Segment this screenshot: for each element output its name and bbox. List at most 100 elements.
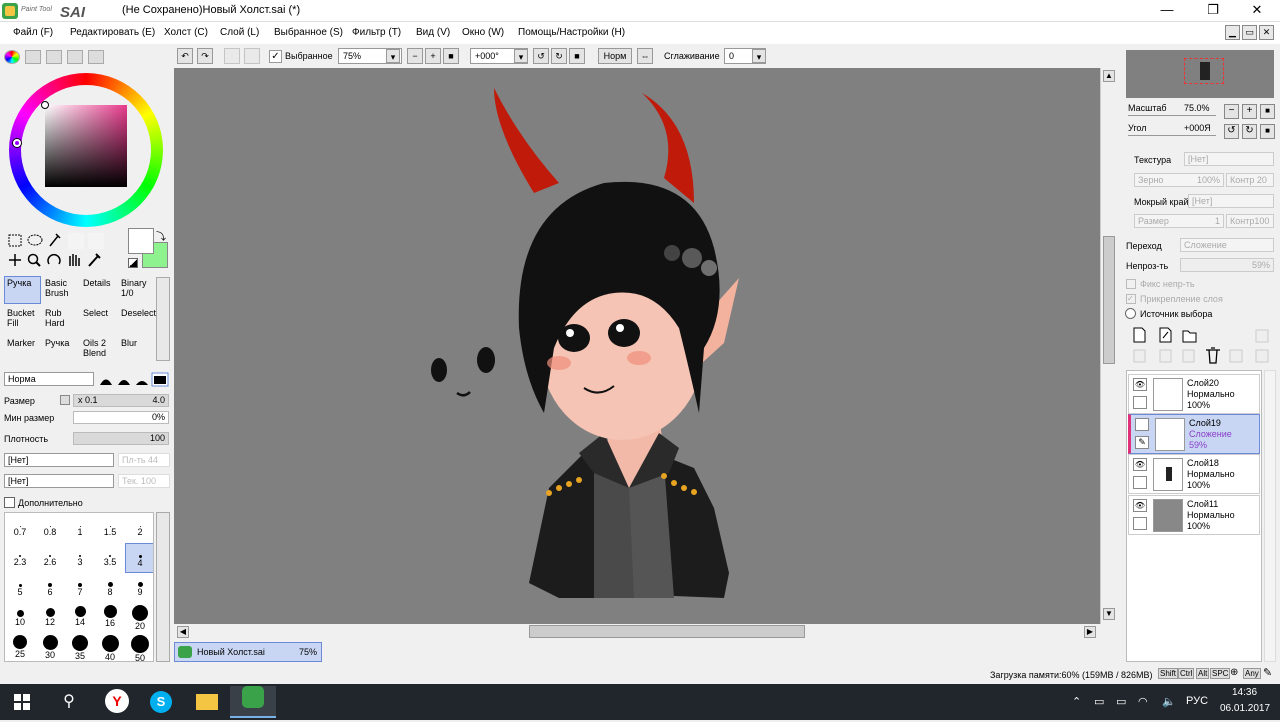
redo-icon[interactable]: ↷: [197, 48, 213, 64]
horizontal-scroll-thumb[interactable]: [529, 625, 805, 638]
tool-grid-scrollbar[interactable]: [156, 277, 170, 361]
brush-size-cell[interactable]: 5: [5, 573, 35, 603]
scroll-down-icon[interactable]: ▼: [1103, 608, 1115, 620]
nav-zoom-value[interactable]: 75.0%: [1184, 103, 1210, 113]
brush-size-cell[interactable]: 25: [5, 633, 35, 661]
texture-2-strength[interactable]: Тек. 100: [118, 474, 170, 488]
layer-lock-toggle[interactable]: [1133, 517, 1147, 530]
scroll-right-icon[interactable]: ▶: [1084, 626, 1096, 638]
nav-zoom-out-icon[interactable]: −: [1224, 104, 1239, 119]
brush-size-cell[interactable]: 0.8: [35, 513, 65, 543]
menu-view[interactable]: Вид (V): [416, 27, 450, 38]
clock-time[interactable]: 14:36: [1232, 687, 1257, 698]
new-layer-icon[interactable]: [1133, 327, 1146, 343]
brush-size-cell[interactable]: 7: [65, 573, 95, 603]
copy-layer-icon[interactable]: [1133, 349, 1146, 363]
brush-size-cell[interactable]: 12: [35, 603, 65, 633]
normal-view-button[interactable]: Норм: [598, 48, 632, 64]
paint-tool-sai-taskbar-icon[interactable]: [230, 686, 276, 718]
nav-rotate-reset-icon[interactable]: ■: [1260, 124, 1275, 139]
layer-row[interactable]: 👁 Слой20 Нормально 100%: [1128, 374, 1260, 414]
brush-size-cell[interactable]: 35: [65, 633, 95, 661]
brush-size-cell[interactable]: 3: [65, 543, 95, 573]
brush-size-cell[interactable]: 14: [65, 603, 95, 633]
clock-date[interactable]: 06.01.2017: [1220, 703, 1270, 714]
layer-lock-toggle[interactable]: [1133, 476, 1147, 489]
zoom-dropdown-icon[interactable]: ▾: [386, 49, 400, 63]
brush-size-cell[interactable]: 2: [125, 513, 153, 543]
brush-size-cell[interactable]: 0.7: [5, 513, 35, 543]
merge-visible-icon[interactable]: [1255, 349, 1269, 363]
restore-button[interactable]: ❐: [1190, 0, 1236, 22]
tool-binary[interactable]: Binary 1/0: [118, 276, 155, 304]
nav-angle-value[interactable]: +000Я: [1184, 123, 1211, 133]
layer-option-icon[interactable]: [1255, 329, 1269, 343]
layer-row[interactable]: 👁 Слой18 Нормально 100%: [1128, 454, 1260, 494]
brush-lock-icon[interactable]: ✎: [1135, 436, 1149, 449]
density-slider[interactable]: 100: [73, 432, 169, 445]
undo-icon[interactable]: ↶: [177, 48, 193, 64]
brush-size-cell[interactable]: 8: [95, 573, 125, 603]
contrast-field[interactable]: Контр 20: [1226, 173, 1274, 187]
tool-pen[interactable]: Ручка: [4, 276, 41, 304]
language-indicator[interactable]: РУС: [1186, 695, 1208, 707]
zoom-reset-icon[interactable]: ■: [443, 48, 459, 64]
rotate-reset-icon[interactable]: ■: [569, 48, 585, 64]
tray-network-icon[interactable]: ▭: [1094, 695, 1104, 708]
hand-tool-icon[interactable]: [69, 254, 80, 266]
brush-size-cell[interactable]: 40: [95, 633, 125, 661]
menu-window[interactable]: Окно (W): [462, 27, 504, 38]
brush-size-cell[interactable]: 50: [125, 633, 153, 661]
search-icon[interactable]: ⚲: [46, 686, 92, 718]
navigator-preview[interactable]: [1126, 50, 1274, 98]
minimize-button[interactable]: —: [1144, 0, 1190, 22]
clipping-checkbox[interactable]: ✓: [1126, 294, 1136, 304]
visibility-eye-icon[interactable]: 👁: [1133, 378, 1147, 391]
scratchpad-tab-icon[interactable]: [88, 50, 104, 64]
swatches-tab-icon[interactable]: [67, 50, 83, 64]
grain-field[interactable]: Зерно 100%: [1134, 173, 1224, 187]
rotate-right-icon[interactable]: ↻: [551, 48, 567, 64]
primary-color-swatch-front[interactable]: [128, 228, 154, 254]
rotate-left-icon[interactable]: ↺: [533, 48, 549, 64]
hue-marker[interactable]: [13, 139, 21, 147]
brush-size-cell[interactable]: 30: [35, 633, 65, 661]
zoom-in-icon[interactable]: +: [425, 48, 441, 64]
invert-selection-icon[interactable]: [244, 48, 260, 64]
nav-zoom-reset-icon[interactable]: ■: [1260, 104, 1275, 119]
brush-size-cell[interactable]: 16: [95, 603, 125, 633]
canvas-tab[interactable]: Новый Холст.sai 75%: [174, 642, 322, 662]
menu-canvas[interactable]: Холст (C): [164, 27, 208, 38]
texture-select-1[interactable]: [Нет]: [4, 453, 114, 467]
mdi-minimize-icon[interactable]: ▁: [1225, 25, 1240, 40]
tool-basic-brush[interactable]: Basic Brush: [42, 276, 79, 304]
move-icon[interactable]: [9, 254, 21, 266]
layer-list-scrollbar[interactable]: [1264, 370, 1276, 662]
brush-size-cell[interactable]: 20: [125, 603, 153, 633]
tool-blur[interactable]: Blur: [118, 336, 155, 364]
tool-oils[interactable]: Oils 2 Blend: [80, 336, 117, 364]
wet-edge-select[interactable]: [Нет]: [1188, 194, 1274, 208]
mdi-restore-icon[interactable]: ▭: [1242, 25, 1257, 40]
scroll-up-icon[interactable]: ▲: [1103, 70, 1115, 82]
nav-zoom-in-icon[interactable]: +: [1242, 104, 1257, 119]
scroll-left-icon[interactable]: ◀: [177, 626, 189, 638]
brush-size-cell[interactable]: 3.5: [95, 543, 125, 573]
lasso-icon[interactable]: [27, 234, 43, 246]
zoom-out-icon[interactable]: −: [407, 48, 423, 64]
tool-details[interactable]: Details: [80, 276, 117, 304]
tray-monitor-icon[interactable]: ▭: [1116, 695, 1126, 708]
tool-select[interactable]: Select: [80, 306, 117, 334]
brush-size-cell[interactable]: 9: [125, 573, 153, 603]
windows-start-icon[interactable]: [14, 694, 30, 710]
brush-size-cell[interactable]: 1: [65, 513, 95, 543]
selection-checkbox[interactable]: ✓: [269, 50, 282, 63]
yandex-browser-icon[interactable]: Y: [94, 686, 140, 718]
deselect-icon[interactable]: [224, 48, 240, 64]
wet-size-field[interactable]: Размер 1: [1134, 214, 1224, 228]
blend-mode-select[interactable]: Норма: [4, 372, 94, 386]
tool-pen-2[interactable]: Ручка: [42, 336, 79, 364]
eyedropper-icon[interactable]: [88, 253, 101, 267]
smoothing-dropdown-icon[interactable]: ▾: [752, 49, 766, 63]
merge-down-icon[interactable]: [1229, 349, 1243, 363]
